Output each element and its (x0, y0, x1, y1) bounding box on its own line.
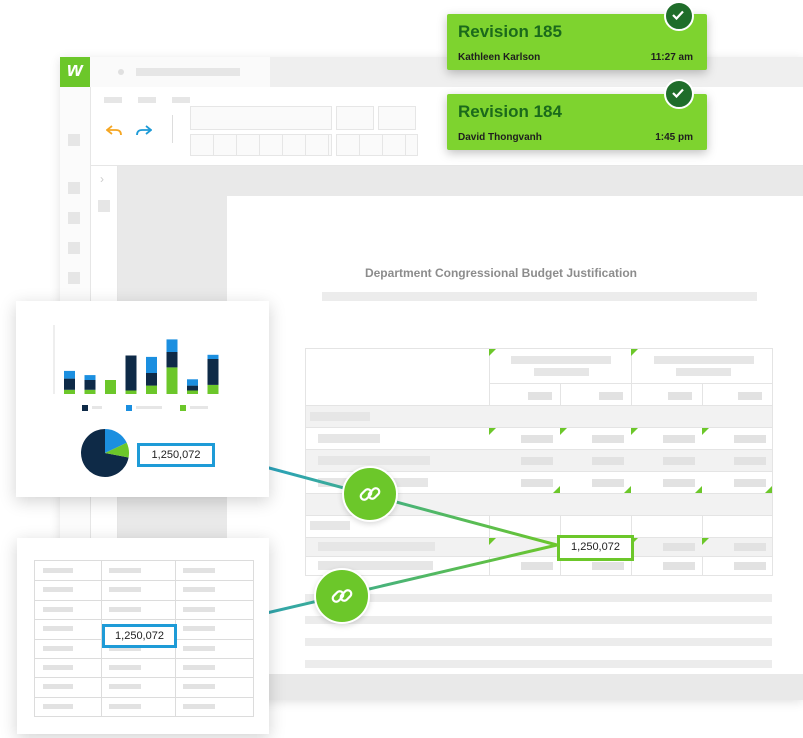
bar-segment (125, 390, 137, 394)
legend (82, 405, 232, 411)
mini-table-cell (183, 568, 215, 573)
bar-segment (84, 389, 96, 394)
legend-swatch-blue (126, 405, 132, 411)
mini-table-cell (43, 664, 73, 670)
mini-table-cell (109, 703, 141, 709)
mini-table-cell (183, 664, 215, 670)
link-button-chart[interactable] (342, 466, 398, 522)
mini-table-cell (43, 703, 73, 709)
revision-title: Revision 185 (458, 22, 562, 41)
bar-segment (146, 356, 157, 373)
mini-table-cell (43, 568, 73, 573)
revision-time: 1:45 pm (655, 132, 693, 143)
mini-table-cell (109, 664, 141, 670)
table-panel-value[interactable]: 1,250,072 (102, 624, 177, 648)
mini-table-cell (183, 606, 215, 612)
mini-table-cell (43, 645, 73, 651)
bar-segment (166, 339, 178, 352)
bar-chart (53, 325, 219, 394)
legend-swatch-green (180, 405, 186, 411)
check-icon (664, 1, 694, 31)
mini-table-cell (109, 568, 141, 573)
bar-segment (166, 352, 178, 368)
bar-segment (64, 378, 75, 390)
revision-time: 11:27 am (650, 52, 693, 63)
chart-panel: 1,250,072 (16, 301, 269, 497)
bar-segment (207, 384, 219, 394)
bar-segment (146, 373, 157, 386)
bar-segment (207, 359, 219, 385)
pie-chart (81, 429, 129, 477)
revision-title: Revision 184 (458, 102, 562, 121)
mini-table-cell (43, 587, 73, 593)
bar-segment (64, 389, 75, 394)
mini-table-cell (109, 684, 141, 690)
link-button-table[interactable] (314, 568, 370, 624)
mini-table-cell (183, 587, 215, 593)
mini-table-cell (183, 703, 215, 709)
mini-table-cell (183, 684, 215, 690)
bar-segment (207, 354, 219, 359)
revision-author: David Thongvanh (458, 132, 542, 143)
mini-table-cell (109, 606, 141, 612)
bar-segment (187, 385, 198, 391)
mini-table-cell (183, 645, 215, 651)
bar-segment (125, 355, 137, 391)
table-panel: 1,250,072 (17, 538, 269, 734)
bar-segment (105, 380, 116, 394)
bar-segment (146, 385, 157, 394)
bar-segment (166, 367, 178, 394)
mini-table-cell (43, 684, 73, 690)
mini-table-cell (43, 606, 73, 612)
chart-panel-value[interactable]: 1,250,072 (137, 443, 215, 467)
mini-table-cell (109, 587, 141, 593)
bar-segment (187, 379, 198, 386)
mini-table-cell (183, 626, 215, 632)
check-icon (664, 79, 694, 109)
legend-swatch-navy (82, 405, 88, 411)
bar-segment (84, 380, 96, 390)
bar-segment (64, 370, 75, 379)
bar-segment (187, 390, 198, 394)
bar-segment (84, 375, 96, 380)
revision-author: Kathleen Karlson (458, 52, 541, 63)
mini-table-cell (43, 626, 73, 632)
